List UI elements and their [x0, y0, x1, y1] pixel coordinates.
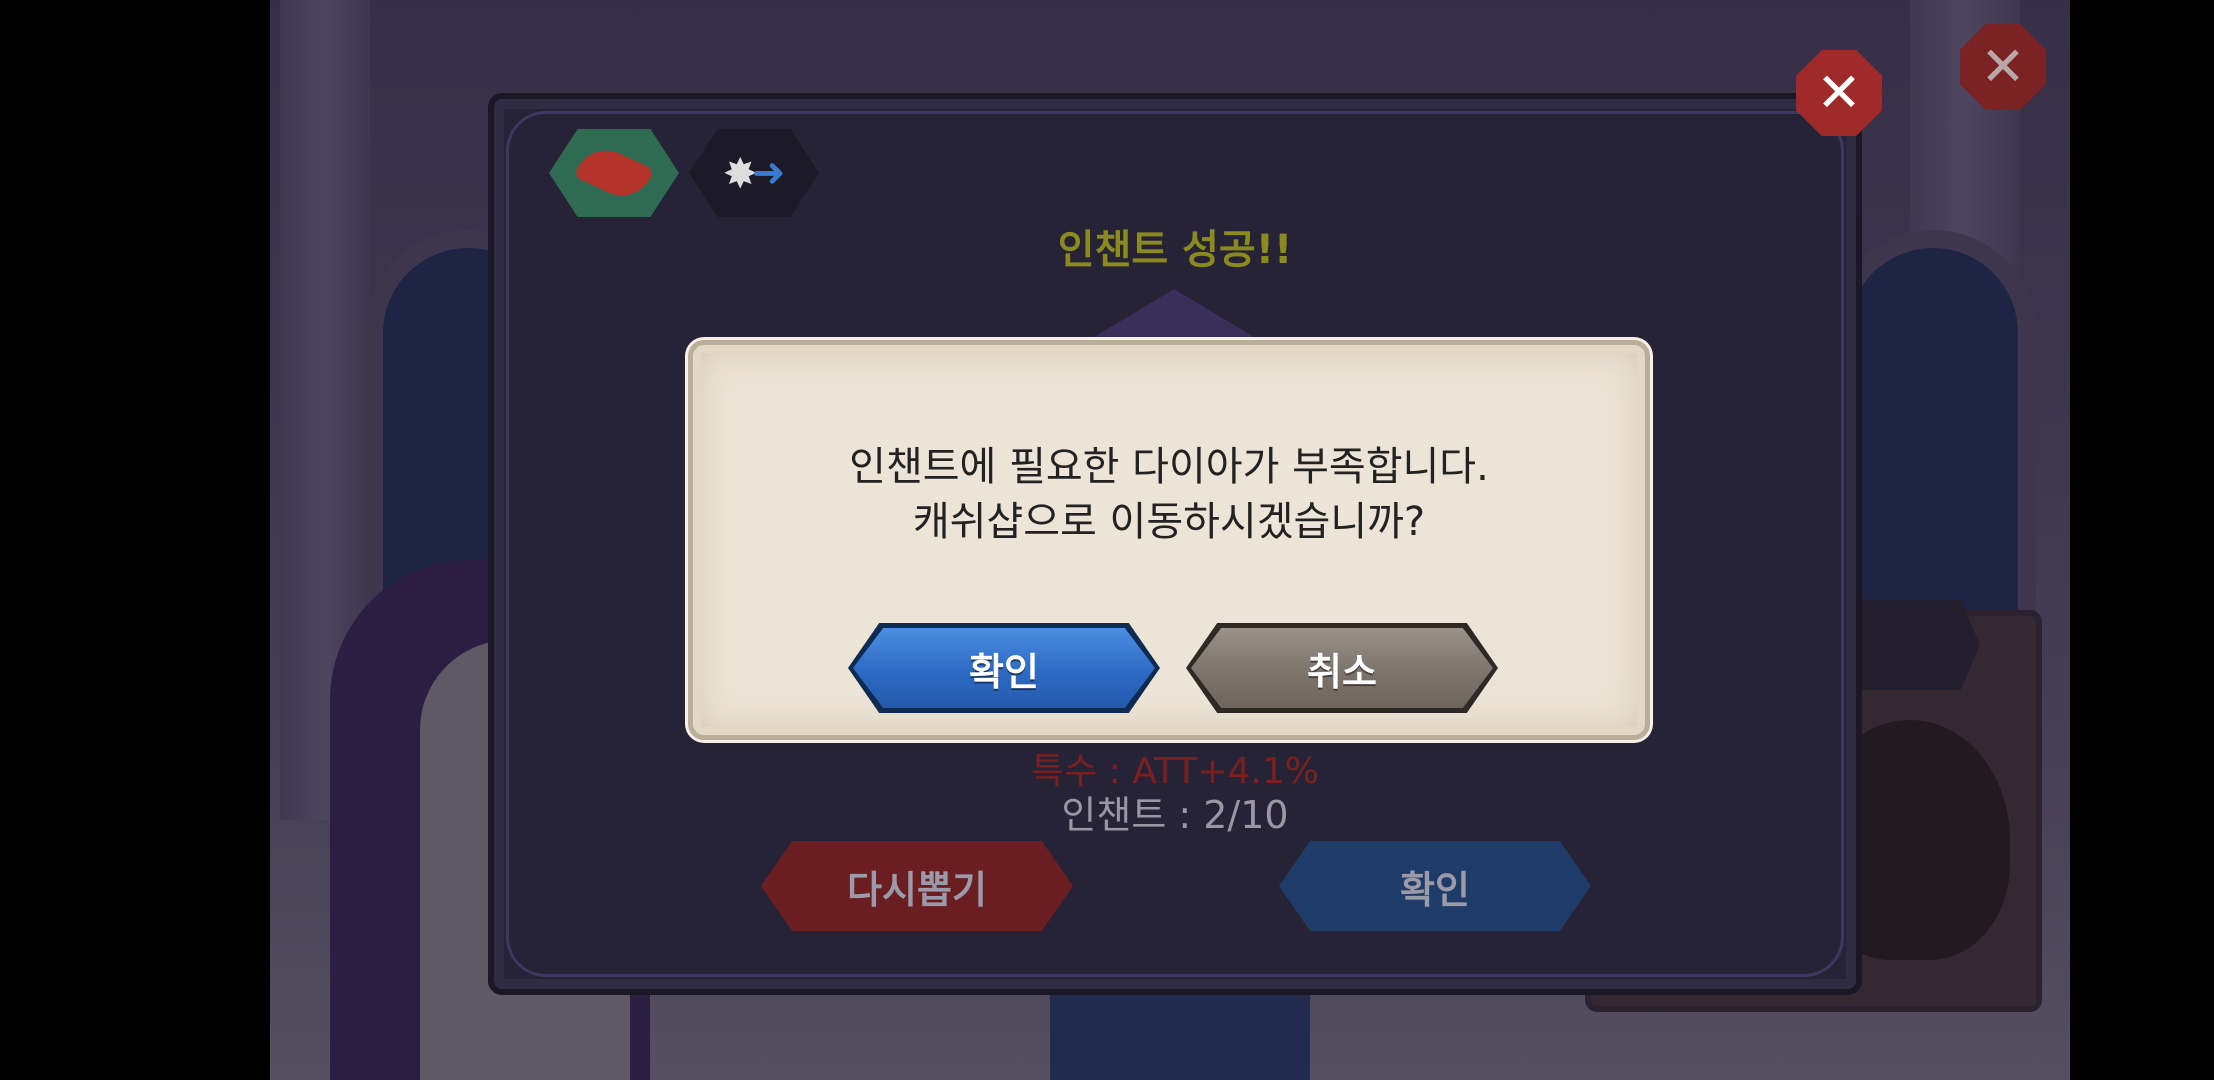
- dialog-message-line-1: 인챈트에 필요한 다이아가 부족합니다.: [849, 444, 1489, 490]
- close-button-background-window[interactable]: ✕: [1960, 24, 2046, 110]
- reroll-button[interactable]: 다시뽑기: [761, 841, 1073, 931]
- dialog-cancel-label: 취소: [1307, 649, 1377, 694]
- enchant-effect-icon: ✸ ➜: [722, 148, 786, 198]
- dialog-ok-button[interactable]: 확인: [848, 623, 1160, 713]
- dialog-message: 인챈트에 필요한 다이아가 부족합니다. 캐쉬샵으로 이동하시겠습니까?: [693, 440, 1645, 550]
- item-claw-icon: [573, 140, 655, 206]
- close-icon: ✕: [1816, 61, 1862, 124]
- dialog-message-line-2: 캐쉬샵으로 이동하시겠습니까?: [912, 499, 1426, 545]
- dialog-cancel-button[interactable]: 취소: [1186, 623, 1498, 713]
- panel-confirm-button[interactable]: 확인: [1279, 841, 1591, 931]
- close-button[interactable]: ✕: [1796, 50, 1882, 136]
- dialog-ok-label: 확인: [969, 649, 1039, 694]
- insufficient-diamond-dialog: 인챈트에 필요한 다이아가 부족합니다. 캐쉬샵으로 이동하시겠습니까? 확인 …: [688, 340, 1650, 740]
- enchant-level-text: 인챈트 : 2/10: [1061, 793, 1289, 837]
- close-icon: ✕: [1980, 35, 2026, 98]
- panel-title: 인챈트 성공!!: [1057, 227, 1293, 273]
